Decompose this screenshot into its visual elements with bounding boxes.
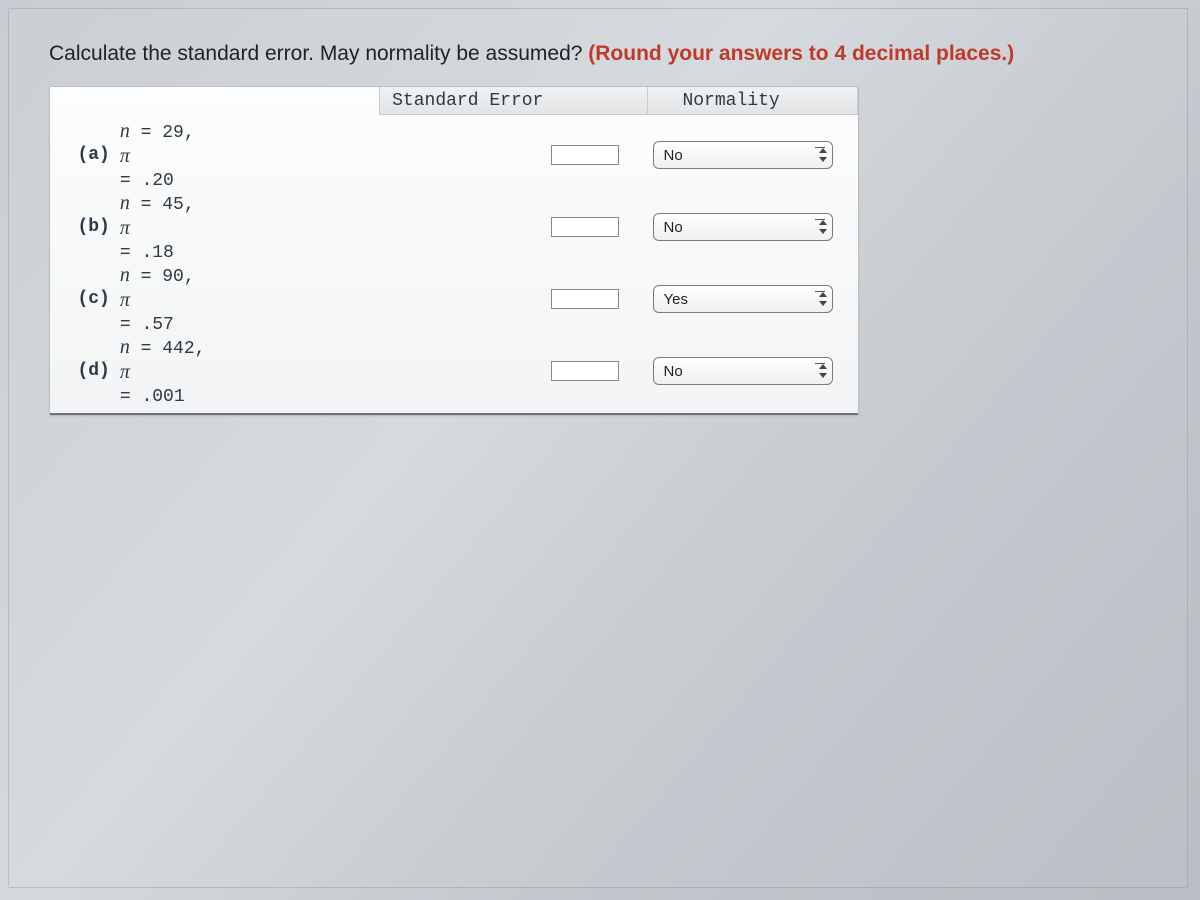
header-row: Standard Error Normality <box>50 87 858 115</box>
page-container: Calculate the standard error. May normal… <box>8 8 1188 888</box>
question-text: Calculate the standard error. May normal… <box>49 39 1167 68</box>
normality-cell: Yes <box>649 285 858 313</box>
normality-select[interactable]: No <box>653 213 833 241</box>
normality-select-wrap: No <box>653 141 833 169</box>
row-params: n = 45, π = .18 <box>120 191 379 265</box>
se-cell <box>379 217 648 237</box>
row-label: (c) <box>50 289 120 309</box>
normality-select-wrap: Yes <box>653 285 833 313</box>
question-part1: Calculate the standard error. May normal… <box>49 42 588 65</box>
header-normality: Normality <box>648 87 858 115</box>
row-params: n = 90, π = .57 <box>120 263 379 337</box>
question-part2: (Round your answers to 4 decimal places.… <box>588 42 1014 65</box>
se-cell <box>379 361 648 381</box>
normality-cell: No <box>649 357 858 385</box>
standard-error-input[interactable] <box>551 289 619 309</box>
header-standard-error: Standard Error <box>379 87 648 115</box>
row-label: (a) <box>50 145 120 165</box>
standard-error-input[interactable] <box>551 145 619 165</box>
se-cell <box>379 145 648 165</box>
standard-error-input[interactable] <box>551 361 619 381</box>
normality-select[interactable]: No <box>653 357 833 385</box>
normality-select[interactable]: Yes <box>653 285 833 313</box>
table-row: (a) n = 29, π = .20 No <box>50 119 858 191</box>
se-cell <box>379 289 648 309</box>
standard-error-input[interactable] <box>551 217 619 237</box>
table-row: (d) n = 442, π = .001 No <box>50 335 858 407</box>
table-row: (c) n = 90, π = .57 Yes <box>50 263 858 335</box>
normality-cell: No <box>649 213 858 241</box>
row-params: n = 29, π = .20 <box>120 119 379 193</box>
normality-select-wrap: No <box>653 213 833 241</box>
table-body: (a) n = 29, π = .20 No (b) n = 4 <box>50 115 858 415</box>
normality-select[interactable]: No <box>653 141 833 169</box>
row-label: (d) <box>50 361 120 381</box>
normality-cell: No <box>649 141 858 169</box>
normality-select-wrap: No <box>653 357 833 385</box>
row-params: n = 442, π = .001 <box>120 335 379 409</box>
row-label: (b) <box>50 217 120 237</box>
header-spacer <box>50 87 379 115</box>
table-row: (b) n = 45, π = .18 No <box>50 191 858 263</box>
answer-table: Standard Error Normality (a) n = 29, π =… <box>49 86 859 416</box>
